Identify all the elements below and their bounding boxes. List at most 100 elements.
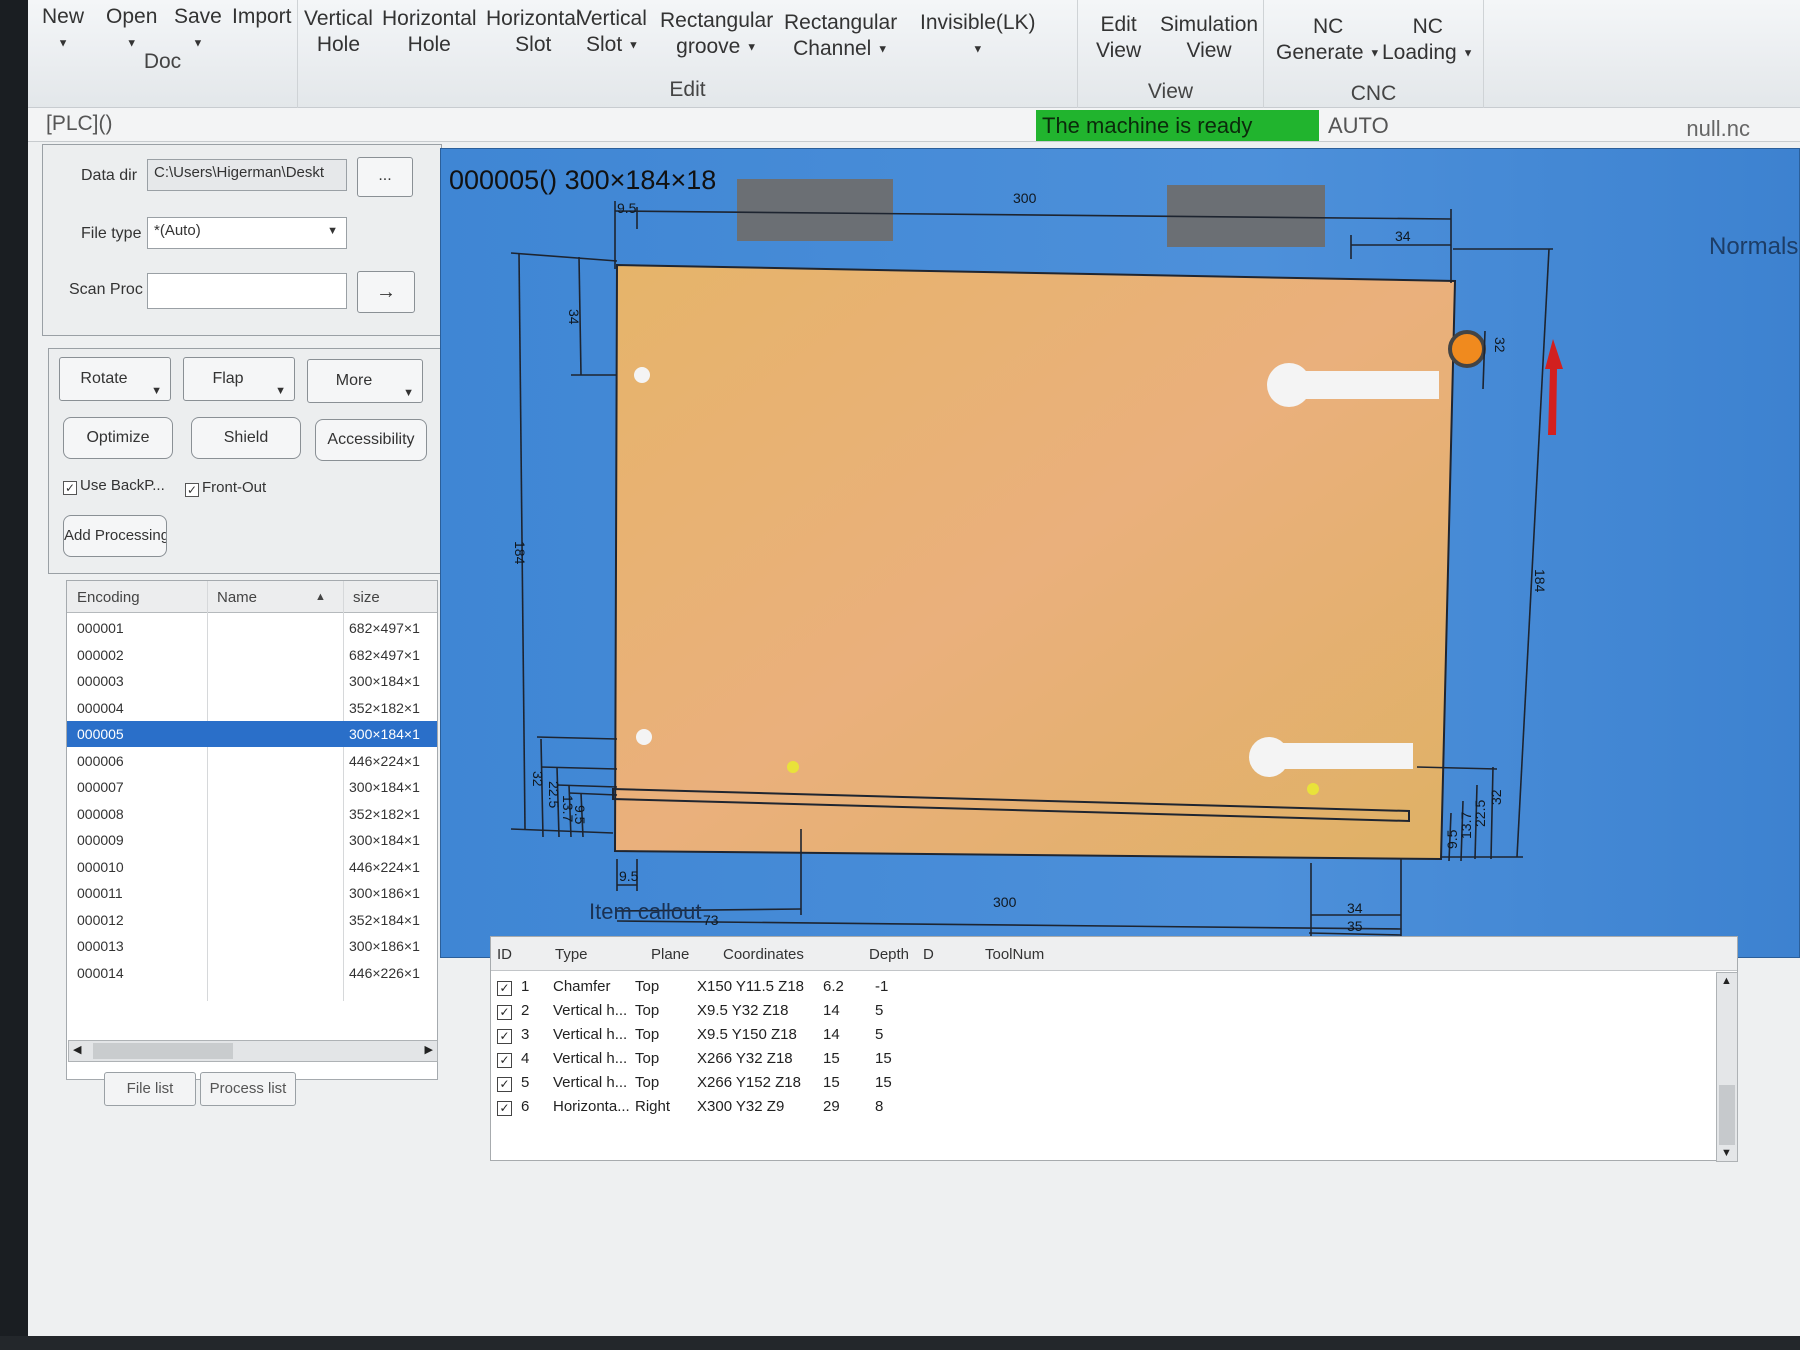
file-list-row[interactable]: 000013 300×186×1 (67, 933, 437, 959)
ribbon-group-edit: Vertical Hole Horizontal Hole Horizontal Sl… (298, 0, 1078, 108)
file-encoding: 000009 (77, 832, 124, 848)
part-preview-canvas[interactable]: 300 9.5 34 184 34 184 32 32 22.5 13.7 9.… (440, 148, 1800, 958)
process-table-scrollbar[interactable]: ▲ ▼ (1716, 972, 1738, 1162)
file-list-table: Encoding Name ▲ size 000001 682×497×1 0000… (66, 580, 438, 1080)
arrow-right-icon: → (376, 281, 396, 303)
process-row[interactable]: ✓ 1 Chamfer Top X150 Y11.5 Z18 6.2 -1 (491, 975, 1691, 999)
edit-view-button[interactable]: Edit View (1096, 12, 1141, 64)
scroll-left-icon[interactable]: ◀ (73, 1043, 81, 1056)
file-list-row[interactable]: 000011 300×186×1 (67, 880, 437, 906)
optimize-button[interactable]: Optimize (63, 417, 173, 459)
checkbox-checked-icon: ✓ (185, 483, 199, 497)
scrollbar-thumb[interactable] (93, 1043, 233, 1059)
vertical-slot-button[interactable]: Vertical Slot ▼ (578, 6, 647, 58)
file-list-row[interactable]: 000009 300×184×1 (67, 827, 437, 853)
file-list-row[interactable]: 000010 446×224×1 (67, 854, 437, 880)
file-list-row[interactable]: 000014 446×226×1 (67, 960, 437, 986)
save-button[interactable]: Save ▼ (174, 4, 222, 56)
process-depth: 14 (823, 1026, 840, 1043)
file-list-row[interactable]: 000005 300×184×1 (67, 721, 437, 747)
ribbon-group-cnc: NC Generate ▼ NC Loading ▼ CNC (1264, 0, 1484, 108)
process-plane: Top (635, 1002, 660, 1019)
rectangular-channel-button[interactable]: Rectangular Channel ▼ (784, 10, 897, 62)
add-processing-button[interactable]: Add Processing (63, 515, 167, 557)
ribbon-group-view: Edit View Simulation View View (1078, 0, 1264, 108)
scan-proc-input[interactable] (147, 273, 347, 309)
open-button[interactable]: Open ▼ (106, 4, 157, 56)
browse-button[interactable]: ... (357, 157, 413, 197)
hole-marker (634, 367, 650, 383)
process-row[interactable]: ✓ 6 Horizonta... Right X300 Y32 Z9 29 8 (491, 1095, 1691, 1119)
col-header-name[interactable]: Name (217, 589, 257, 606)
file-list-row[interactable]: 000008 352×182×1 (67, 801, 437, 827)
file-type-select[interactable]: *(Auto) ▼ (147, 217, 347, 249)
file-list-row[interactable]: 000003 300×184×1 (67, 668, 437, 694)
scroll-up-icon[interactable]: ▲ (1721, 975, 1732, 987)
process-row[interactable]: ✓ 5 Vertical h... Top X266 Y152 Z18 15 15 (491, 1071, 1691, 1095)
tab-process-list[interactable]: Process list (200, 1072, 296, 1106)
simulation-view-button[interactable]: Simulation View (1160, 12, 1258, 64)
file-list-row[interactable]: 000001 682×497×1 (67, 615, 437, 641)
process-depth: 15 (823, 1074, 840, 1091)
process-d: 8 (875, 1098, 884, 1115)
scrollbar-thumb[interactable] (1719, 1085, 1735, 1145)
process-type: Vertical h... (553, 1002, 628, 1019)
file-size: 300×184×1 (349, 726, 420, 742)
file-list-row[interactable]: 000004 352×182×1 (67, 695, 437, 721)
dim-label: 32 (1488, 789, 1504, 805)
flap-button[interactable]: Flap (183, 357, 295, 412)
ribbon-group-doc: New ▼ Open ▼ Save ▼ Import Doc (28, 0, 298, 108)
dim-label: 9.5 (1444, 829, 1460, 849)
process-row[interactable]: ✓ 2 Vertical h... Top X9.5 Y32 Z18 14 5 (491, 999, 1691, 1023)
scan-go-button[interactable]: → (357, 271, 415, 313)
import-button[interactable]: Import (232, 4, 292, 30)
file-list-row[interactable]: 000006 446×224×1 (67, 748, 437, 774)
process-table: ID Type Plane Coordinates Depth D ToolNu… (490, 936, 1738, 1161)
process-id: 6 (521, 1098, 530, 1115)
new-button[interactable]: New ▼ (42, 4, 84, 56)
mode-indicator: AUTO (1328, 113, 1389, 138)
hole-marker (636, 729, 652, 745)
col-header-depth[interactable]: Depth (869, 946, 909, 963)
dim-label: 32 (530, 771, 546, 787)
accessibility-button[interactable]: Accessibility (315, 419, 427, 461)
process-row[interactable]: ✓ 4 Vertical h... Top X266 Y32 Z18 15 15 (491, 1047, 1691, 1071)
nc-loading-button[interactable]: NC Loading ▼ (1382, 14, 1473, 66)
file-list-row[interactable]: 000002 682×497×1 (67, 642, 437, 668)
dim-label: 32 (1492, 337, 1508, 353)
horizontal-slot-button[interactable]: Horizontal Slot (486, 6, 581, 58)
col-header-plane[interactable]: Plane (651, 946, 689, 963)
part-title: 000005() 300×184×18 (449, 165, 717, 195)
nc-file-name: null.nc (1686, 116, 1750, 141)
invisible-lk-button[interactable]: Invisible(LK) ▼ (920, 10, 1036, 62)
process-row[interactable]: ✓ 3 Vertical h... Top X9.5 Y150 Z18 14 5 (491, 1023, 1691, 1047)
col-header-toolnum[interactable]: ToolNum (985, 946, 1044, 963)
path-settings-panel: Data dir C:\Users\Higerman\Deskt ... Fil… (42, 144, 442, 336)
horizontal-hole-button[interactable]: Horizontal Hole (382, 6, 477, 58)
scroll-right-icon[interactable]: ▶ (425, 1043, 433, 1056)
front-out-checkbox[interactable]: ✓ Front-Out (185, 479, 266, 497)
rectangular-groove-button[interactable]: Rectangular groove ▼ (660, 8, 773, 60)
scroll-down-icon[interactable]: ▼ (1721, 1147, 1732, 1159)
item-callout-label: Item callout (589, 899, 702, 924)
file-list-scrollbar[interactable]: ◀ ▶ (68, 1040, 438, 1062)
nc-generate-button[interactable]: NC Generate ▼ (1276, 14, 1380, 66)
col-header-d[interactable]: D (923, 946, 934, 963)
col-header-coordinates[interactable]: Coordinates (723, 946, 804, 963)
col-header-encoding[interactable]: Encoding (77, 589, 140, 606)
col-header-size[interactable]: size (353, 589, 380, 606)
tab-file-list[interactable]: File list (104, 1072, 196, 1106)
col-header-type[interactable]: Type (555, 946, 588, 963)
vertical-hole-button[interactable]: Vertical Hole (304, 6, 373, 58)
file-list-row[interactable]: 000012 352×184×1 (67, 907, 437, 933)
col-header-id[interactable]: ID (497, 946, 512, 963)
process-coordinates: X9.5 Y32 Z18 (697, 1002, 789, 1019)
rotate-button[interactable]: Rotate (59, 357, 171, 412)
more-button[interactable]: More (307, 359, 423, 414)
data-dir-field[interactable]: C:\Users\Higerman\Deskt (147, 159, 347, 191)
file-encoding: 000011 (77, 885, 123, 901)
shield-button[interactable]: Shield (191, 417, 301, 459)
use-backp-checkbox[interactable]: ✓ Use BackP... (63, 477, 165, 495)
process-depth: 14 (823, 1002, 840, 1019)
file-list-row[interactable]: 000007 300×184×1 (67, 774, 437, 800)
